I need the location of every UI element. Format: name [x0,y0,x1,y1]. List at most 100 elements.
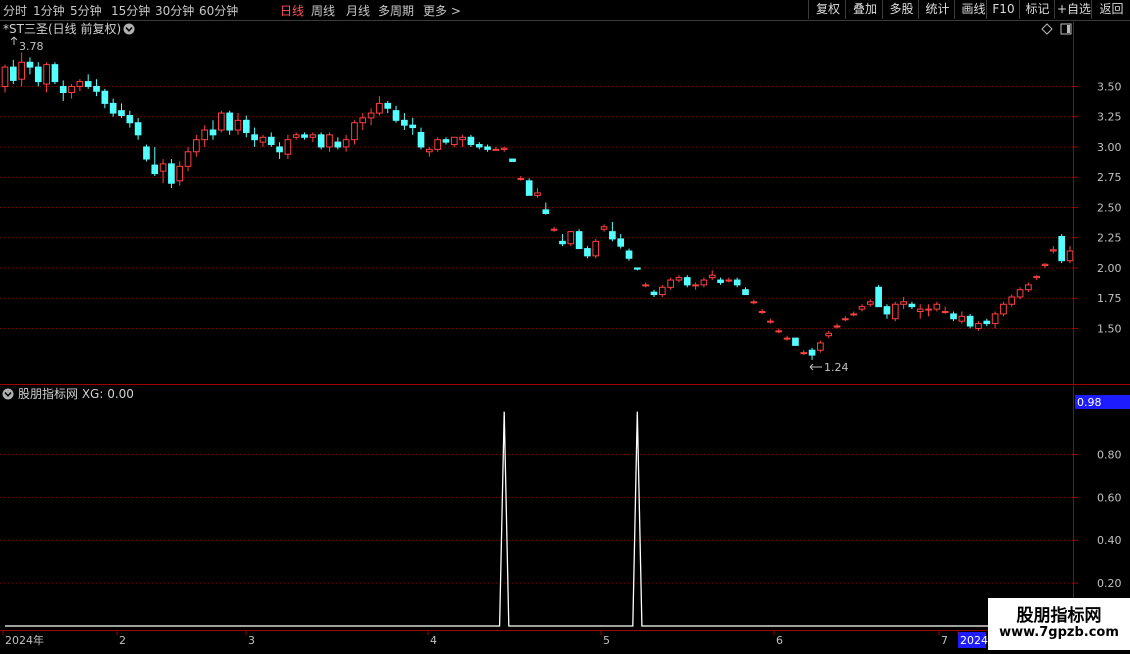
period-tab-4[interactable]: 15分钟 [111,2,150,19]
candle-41 [334,137,342,150]
candle-2 [9,59,17,85]
candle-67 [550,226,558,232]
candle-54 [442,137,450,145]
candle-62 [509,158,516,162]
toolbar-button-1[interactable]: 复权 [808,0,847,19]
candle-116 [958,311,966,324]
indicator-panel[interactable]: 0.20 0.40 0.60 0.80 0.98 股朋指标网 XG: 0.00 [0,385,1130,630]
candle-119 [983,318,991,327]
toolbar-button-9[interactable]: 返回 [1091,0,1130,19]
collapse-icon[interactable] [2,388,14,400]
candle-42 [342,134,350,152]
candle-75 [617,234,625,249]
candle-5 [34,62,42,87]
candle-38 [309,132,317,143]
y-tick-label-3-25: 3.25 [1097,111,1122,124]
candle-125 [1033,275,1041,281]
collapse-icon[interactable] [123,23,135,35]
candle-65 [534,188,541,198]
candle-53 [434,137,441,152]
candle-118 [975,321,982,331]
candle-108 [891,301,899,322]
candle-12 [93,79,100,97]
candle-78 [642,282,649,288]
candle-106 [875,284,882,308]
period-tab-1[interactable]: 分时 [3,2,27,19]
candle-21 [168,159,175,189]
candle-57 [467,134,475,147]
candle-101 [833,323,841,329]
candle-17 [134,117,142,140]
candle-97 [800,350,808,356]
candle-76 [625,248,633,261]
candle-103 [850,311,858,317]
watermark-badge: 股朋指标网 www.7gpzb.com [988,598,1130,650]
period-tab-11[interactable]: 更多 > [423,2,461,19]
candle-105 [866,299,874,307]
candle-14 [109,98,117,117]
candle-11 [84,74,92,89]
y-tick-label-1-50: 1.50 [1097,322,1122,335]
period-tab-3[interactable]: 5分钟 [70,2,102,19]
candle-113 [933,301,941,312]
period-tab-6[interactable]: 60分钟 [199,2,238,19]
candle-81 [667,277,674,290]
candle-51 [417,127,425,150]
diamond-icon[interactable] [1041,23,1053,35]
candle-84 [692,282,699,290]
candle-4 [26,57,34,75]
time-label-3: 3 [248,634,255,647]
candle-109 [900,296,907,310]
toolbar-button-7[interactable]: 标记 [1019,0,1055,19]
candle-90 [742,287,749,296]
candle-3 [18,52,25,87]
candle-91 [750,299,758,305]
candle-1 [1,64,9,93]
candle-58 [475,142,483,150]
candle-88 [725,277,733,283]
candle-115 [950,311,957,322]
period-tab-7[interactable]: 日线 [280,2,304,19]
toolbar-button-2[interactable]: 叠加 [845,0,884,19]
low-price-label: 1.24 [824,361,849,374]
candle-96 [792,337,799,346]
candle-49 [401,113,408,131]
candle-7 [51,62,59,85]
toolbar-button-6[interactable]: F10 [986,0,1020,19]
period-tab-8[interactable]: 周线 [311,2,335,19]
period-tab-5[interactable]: 30分钟 [155,2,194,19]
candle-74 [609,221,616,242]
candle-110 [908,301,916,310]
candle-33 [267,132,275,147]
candle-114 [941,306,949,314]
candle-22 [176,161,184,186]
period-tab-10[interactable]: 多周期 [378,2,414,19]
layout-icon[interactable] [1060,23,1072,35]
toolbar-button-8[interactable]: +自选 [1054,0,1093,19]
period-tab-2[interactable]: 1分钟 [33,2,65,19]
candle-35 [284,134,292,160]
candlestick-panel[interactable]: 1.50 1.75 2.00 2.25 2.50 2.75 3.00 3.25 3.50 *ST… [0,20,1130,385]
candle-124 [1025,282,1032,293]
period-tab-9[interactable]: 月线 [346,2,370,19]
toolbar-button-3[interactable]: 多股 [882,0,920,19]
toolbar-button-4[interactable]: 统计 [918,0,956,19]
candle-73 [600,224,608,232]
candle-29 [234,113,242,135]
candle-104 [858,304,866,312]
y-tick-label-2-50: 2.50 [1097,201,1122,214]
indicator-title: 股朋指标网 XG: 0.00 [18,386,134,401]
candle-63 [517,175,525,181]
candle-85 [700,277,708,288]
candle-86 [708,270,716,281]
candle-43 [351,120,358,145]
candle-31 [251,127,258,147]
xg-series-line [5,411,1087,627]
candle-26 [209,120,217,140]
candle-68 [559,234,566,247]
candle-36 [292,132,300,140]
candle-121 [1000,301,1007,317]
chart-title: *ST三圣(日线 前复权) [3,21,121,36]
candle-30 [242,115,250,138]
candle-122 [1008,294,1016,307]
